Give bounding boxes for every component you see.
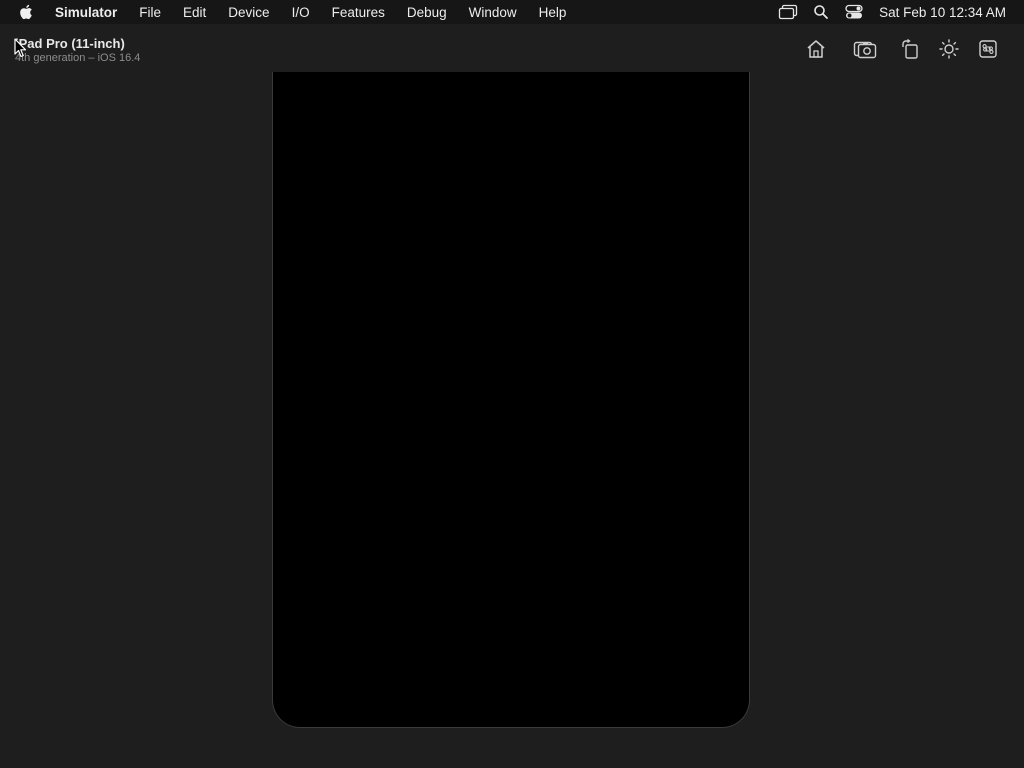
rotate-button[interactable]	[897, 36, 923, 62]
device-screen[interactable]	[272, 72, 750, 728]
menu-debug[interactable]: Debug	[396, 5, 458, 20]
appearance-icon	[939, 39, 959, 59]
menu-window[interactable]: Window	[458, 5, 528, 20]
menu-bar-left: Simulator File Edit Device I/O Features …	[0, 0, 577, 24]
menu-io[interactable]: I/O	[281, 5, 321, 20]
home-button[interactable]	[803, 36, 829, 62]
menu-features[interactable]: Features	[321, 5, 396, 20]
keyboard-button[interactable]	[975, 36, 1001, 62]
simulator-title-bar: iPad Pro (11-inch) 4th generation – iOS …	[0, 24, 1024, 76]
appearance-button[interactable]	[936, 36, 962, 62]
device-subtitle: 4th generation – iOS 16.4	[15, 52, 141, 64]
rotate-icon	[902, 38, 918, 59]
menu-device[interactable]: Device	[217, 5, 280, 20]
menu-file[interactable]: File	[128, 5, 172, 20]
screenshot-icon	[853, 41, 877, 59]
screen-mirroring-icon[interactable]	[778, 3, 798, 21]
device-name: iPad Pro (11-inch)	[15, 36, 125, 51]
menu-bar-clock[interactable]: Sat Feb 10 12:34 AM	[879, 5, 1006, 20]
screenshot-button[interactable]	[852, 36, 878, 62]
menu-app-name[interactable]: Simulator	[48, 5, 128, 20]
spotlight-search-icon[interactable]	[811, 3, 831, 21]
menu-bar: Simulator File Edit Device I/O Features …	[0, 0, 1024, 24]
keyboard-command-icon	[979, 40, 997, 58]
menu-edit[interactable]: Edit	[172, 5, 217, 20]
home-icon	[807, 40, 825, 58]
control-center-icon[interactable]	[844, 3, 864, 21]
menu-bar-right: Sat Feb 10 12:34 AM	[765, 0, 1024, 24]
mouse-cursor-icon	[14, 38, 27, 58]
apple-logo-icon[interactable]	[18, 4, 34, 20]
menu-help[interactable]: Help	[528, 5, 578, 20]
